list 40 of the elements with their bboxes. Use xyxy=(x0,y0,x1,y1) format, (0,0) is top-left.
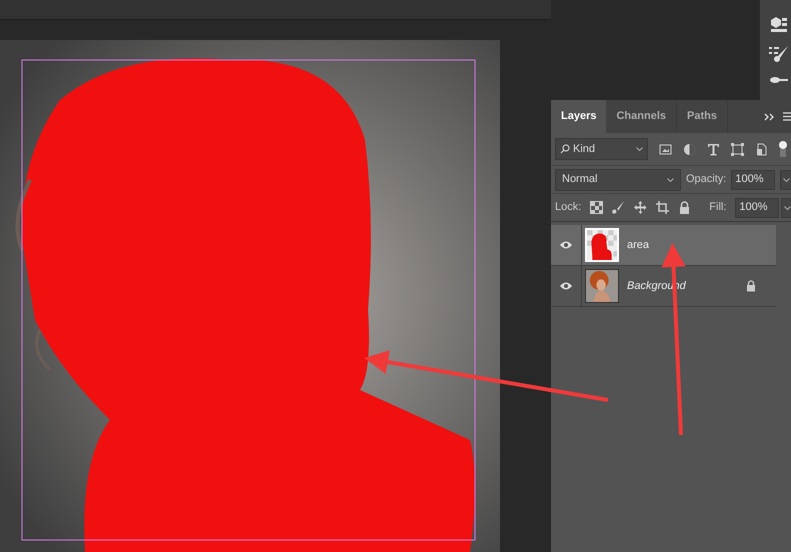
fill-dropdown-button[interactable] xyxy=(781,198,791,218)
tool-preset-icon[interactable] xyxy=(768,76,789,84)
lock-pixels-icon[interactable] xyxy=(590,201,604,214)
opacity-dropdown-button[interactable] xyxy=(780,170,791,190)
blend-mode-dropdown[interactable]: Normal xyxy=(555,168,681,190)
fill-label: Fill: xyxy=(709,200,726,216)
opacity-label: Opacity: xyxy=(686,172,726,188)
fill-field[interactable]: 100% xyxy=(735,198,780,218)
shape-filter-icon[interactable] xyxy=(731,142,744,156)
layer-thumbnail xyxy=(585,228,619,262)
filter-dropdown[interactable]: Kind xyxy=(555,138,648,160)
collapse-icon[interactable] xyxy=(764,112,776,120)
image-filter-icon[interactable] xyxy=(659,142,672,156)
eye-icon[interactable] xyxy=(559,240,573,250)
panel-tab[interactable]: Layers xyxy=(551,100,606,133)
smart-object-filter-icon[interactable] xyxy=(755,142,768,156)
layer-name: area xyxy=(627,238,650,253)
layer-row[interactable]: area xyxy=(551,225,776,266)
caret-icon xyxy=(784,206,791,210)
lock-all-icon[interactable] xyxy=(678,201,692,214)
brush-icon[interactable] xyxy=(612,201,626,214)
cube-icon[interactable] xyxy=(770,16,788,32)
caret-icon xyxy=(667,178,674,182)
adjustment-filter-icon[interactable] xyxy=(683,142,696,156)
lock-label: Lock: xyxy=(555,200,582,216)
opacity-field[interactable]: 100% xyxy=(731,170,776,190)
caret-icon xyxy=(636,147,643,151)
crop-icon[interactable] xyxy=(656,201,670,214)
move-icon[interactable] xyxy=(634,201,648,214)
brush-icon[interactable] xyxy=(768,46,789,62)
layer-thumbnail xyxy=(585,269,619,303)
eye-icon[interactable] xyxy=(559,281,573,291)
filter-toggle-icon[interactable] xyxy=(779,141,787,157)
panel-tab[interactable]: Channels xyxy=(606,100,677,133)
type-filter-icon[interactable] xyxy=(707,142,720,156)
lock-icon xyxy=(746,280,756,292)
panel-tab[interactable]: Paths xyxy=(677,100,728,133)
search-icon xyxy=(560,144,570,154)
caret-icon xyxy=(782,178,790,182)
menu-icon[interactable] xyxy=(783,112,791,121)
